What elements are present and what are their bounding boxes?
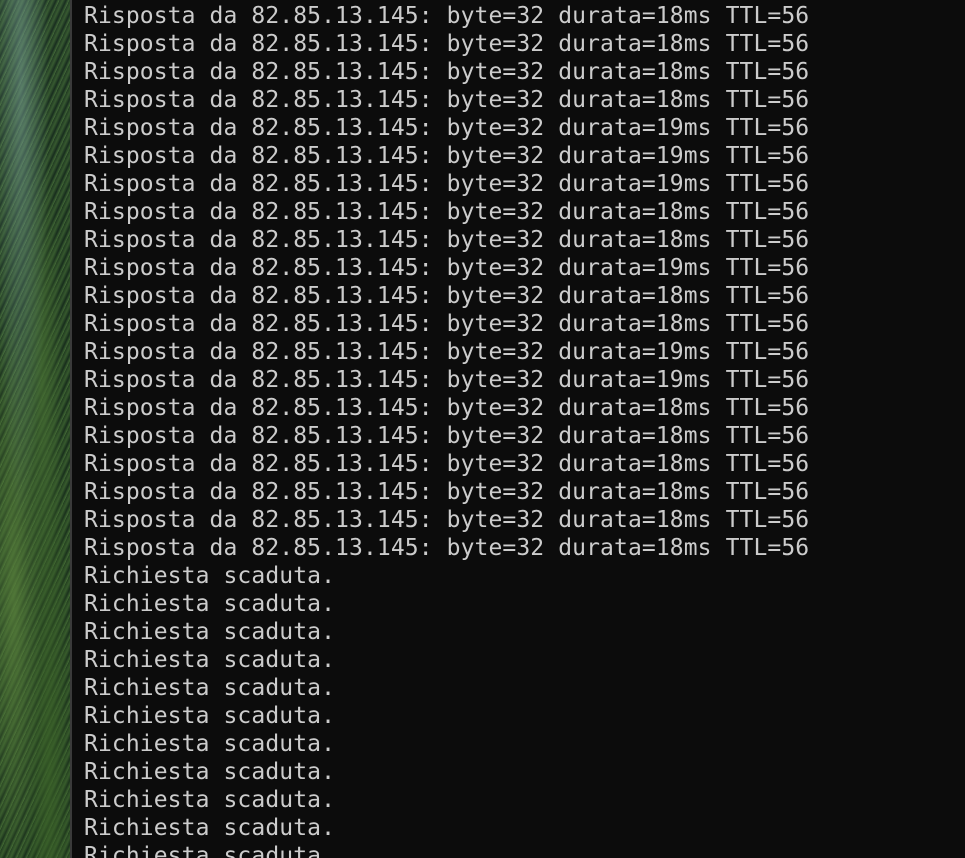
terminal-output[interactable]: Risposta da 82.85.13.145: byte=32 durata… (84, 2, 809, 858)
output-line: Risposta da 82.85.13.145: byte=32 durata… (84, 395, 810, 421)
output-line: Risposta da 82.85.13.145: byte=32 durata… (84, 115, 810, 141)
output-line: Risposta da 82.85.13.145: byte=32 durata… (84, 507, 810, 533)
output-line: Risposta da 82.85.13.145: byte=32 durata… (84, 227, 810, 253)
output-line: Risposta da 82.85.13.145: byte=32 durata… (84, 3, 810, 29)
output-line: Richiesta scaduta. (84, 703, 336, 729)
desktop-wallpaper (0, 0, 70, 858)
desktop-screen: Risposta da 82.85.13.145: byte=32 durata… (0, 0, 965, 858)
output-line: Risposta da 82.85.13.145: byte=32 durata… (84, 255, 810, 281)
output-line: Risposta da 82.85.13.145: byte=32 durata… (84, 171, 810, 197)
output-line: Richiesta scaduta. (84, 731, 336, 757)
output-line: Risposta da 82.85.13.145: byte=32 durata… (84, 339, 810, 365)
output-line: Risposta da 82.85.13.145: byte=32 durata… (84, 199, 810, 225)
output-line: Risposta da 82.85.13.145: byte=32 durata… (84, 451, 810, 477)
output-line: Risposta da 82.85.13.145: byte=32 durata… (84, 479, 810, 505)
output-line: Richiesta scaduta. (84, 815, 336, 841)
output-line: Risposta da 82.85.13.145: byte=32 durata… (84, 31, 810, 57)
output-line: Risposta da 82.85.13.145: byte=32 durata… (84, 311, 810, 337)
output-line: Richiesta scaduta. (84, 675, 336, 701)
output-line: Richiesta scaduta. (84, 591, 336, 617)
output-line: Risposta da 82.85.13.145: byte=32 durata… (84, 143, 810, 169)
terminal-window[interactable]: Risposta da 82.85.13.145: byte=32 durata… (72, 0, 965, 858)
output-line: Risposta da 82.85.13.145: byte=32 durata… (84, 367, 810, 393)
output-line: Risposta da 82.85.13.145: byte=32 durata… (84, 87, 810, 113)
output-line: Richiesta scaduta. (84, 619, 336, 645)
output-line: Risposta da 82.85.13.145: byte=32 durata… (84, 423, 810, 449)
output-line: Richiesta scaduta. (84, 647, 336, 673)
output-line: Risposta da 82.85.13.145: byte=32 durata… (84, 59, 810, 85)
output-line: Richiesta scaduta. (84, 843, 336, 858)
output-line: Richiesta scaduta. (84, 563, 336, 589)
output-line: Richiesta scaduta. (84, 759, 336, 785)
output-line: Richiesta scaduta. (84, 787, 336, 813)
output-line: Risposta da 82.85.13.145: byte=32 durata… (84, 535, 810, 561)
output-line: Risposta da 82.85.13.145: byte=32 durata… (84, 283, 810, 309)
